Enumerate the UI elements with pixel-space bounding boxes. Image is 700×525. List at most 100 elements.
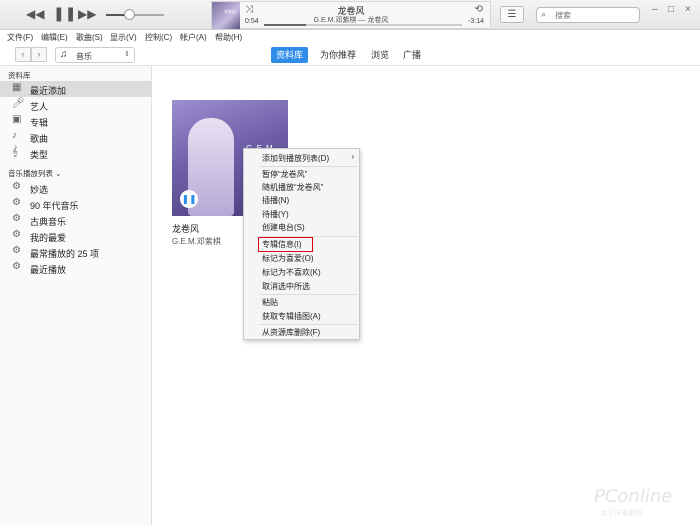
menu-account[interactable]: 帐户(A) (180, 32, 207, 43)
sidebar-item-playlist[interactable]: ⚙ 我的最爱 (0, 228, 151, 244)
context-menu-item[interactable]: 待播(Y) (244, 208, 359, 221)
context-menu-item[interactable]: 创建电台(S) (244, 221, 359, 234)
watermark-subtext: 太平洋电脑网 (600, 510, 642, 517)
sidebar-item-songs[interactable]: ♪ 歌曲 (0, 129, 151, 145)
sidebar-item-playlist[interactable]: ⚙ 最近播放 (0, 260, 151, 276)
gear-icon: ⚙ (12, 245, 21, 256)
menu-item-label: 取消选中所选 (262, 282, 310, 291)
maximize-icon[interactable]: □ (668, 4, 674, 15)
album-icon: ▣ (12, 114, 22, 125)
rewind-icon[interactable]: ◀◀ (26, 6, 44, 22)
menu-divider (260, 324, 357, 325)
toolbar: ‹ › ♫ 音乐 ⇕ 资料库 为你推荐 浏览 广播 (0, 44, 700, 66)
remaining-time: -3:14 (468, 18, 484, 25)
context-menu-item[interactable]: 取消选中所选 (244, 280, 359, 293)
context-menu-item[interactable]: 随机播放“龙卷风” (244, 181, 359, 194)
menu-divider (260, 294, 357, 295)
menu-item-label: 标记为不喜欢(K) (262, 268, 321, 277)
menu-item-label: 随机播放“龙卷风” (262, 183, 324, 192)
chevron-updown-icon: ⇕ (124, 51, 130, 58)
gear-icon: ⚙ (12, 229, 21, 240)
context-menu-item[interactable]: 标记为喜爱(O) (244, 252, 359, 265)
menu-controls[interactable]: 控制(C) (145, 32, 172, 43)
gear-icon: ⚙ (12, 261, 21, 272)
menu-bar: 文件(F) 编辑(E) 歌曲(S) 显示(V) 控制(C) 帐户(A) 帮助(H… (0, 30, 700, 44)
progress-fill (264, 24, 306, 26)
sidebar-item-label: 最近添加 (30, 86, 67, 96)
menu-item-label: 插播(N) (262, 196, 290, 205)
sidebar-item-playlist[interactable]: ⚙ 90 年代音乐 (0, 196, 151, 212)
sidebar-item-label: 古典音乐 (30, 217, 67, 227)
volume-slider[interactable] (106, 9, 164, 20)
progress-bar[interactable] (264, 24, 462, 26)
context-menu-item[interactable]: 添加到播放列表(D) › (244, 152, 359, 165)
menu-file[interactable]: 文件(F) (7, 32, 33, 43)
search-box[interactable]: ⌕ (536, 7, 640, 23)
back-button[interactable]: ‹ (15, 47, 31, 62)
gear-icon: ⚙ (12, 197, 21, 208)
minimize-icon[interactable]: – (652, 4, 658, 15)
sidebar-item-genres[interactable]: 𝄞 类型 (0, 145, 151, 161)
menu-item-label: 添加到播放列表(D) (262, 154, 330, 163)
gear-icon: ⚙ (12, 181, 21, 192)
sidebar-item-label: 艺人 (30, 102, 49, 112)
sidebar-item-label: 最近播放 (30, 265, 67, 275)
menu-view[interactable]: 显示(V) (110, 32, 137, 43)
menu-divider (260, 166, 357, 167)
sidebar-item-playlist[interactable]: ⚙ 最常播放的 25 项 (0, 244, 151, 260)
tab-browse[interactable]: 浏览 (366, 47, 394, 63)
genre-icon: 𝄞 (12, 146, 18, 157)
menu-item-label: 创建电台(S) (262, 223, 305, 232)
sidebar-item-albums[interactable]: ▣ 专辑 (0, 113, 151, 129)
playlists-header[interactable]: 音乐播放列表 ⌄ (8, 168, 61, 179)
sidebar-item-playlist[interactable]: ⚙ 妙选 (0, 180, 151, 196)
menu-item-label: 待播(Y) (262, 210, 289, 219)
highlight-box (258, 237, 313, 252)
search-input[interactable] (555, 9, 635, 21)
context-menu-item[interactable]: 获取专辑插图(A) (244, 310, 359, 323)
sidebar-item-label: 歌曲 (30, 134, 49, 144)
repeat-icon[interactable]: ⟲ (475, 4, 483, 15)
menu-item-label: 暂停“龙卷风” (262, 170, 308, 179)
music-note-icon: ♪ (12, 130, 17, 141)
media-type-select[interactable]: ♫ 音乐 ⇕ (55, 47, 135, 63)
album-artist[interactable]: G.E.M.邓紫棋 (172, 236, 221, 247)
list-icon[interactable]: ☰ (500, 6, 524, 23)
sidebar-item-label: 专辑 (30, 118, 49, 128)
search-icon: ⌕ (541, 9, 547, 19)
context-menu-item[interactable]: 插播(N) (244, 194, 359, 207)
context-menu-item[interactable]: 标记为不喜欢(K) (244, 266, 359, 279)
menu-help[interactable]: 帮助(H) (215, 32, 242, 43)
now-playing-display: 龙卷风 ⤨ 0:54 龙卷风 G.E.M.邓紫棋 — 龙卷风 ⟲ -3:14 (211, 1, 491, 29)
gear-icon: ⚙ (12, 213, 21, 224)
volume-knob[interactable] (124, 9, 136, 20)
watermark-logo: PConline (594, 486, 673, 507)
microphone-icon: 🎤︎ (12, 98, 25, 109)
sidebar-item-recently-added[interactable]: ▦ 最近添加 (0, 81, 151, 97)
menu-edit[interactable]: 编辑(E) (41, 32, 68, 43)
pause-icon[interactable]: ❚❚ (53, 5, 76, 21)
menu-song[interactable]: 歌曲(S) (76, 32, 103, 43)
close-icon[interactable]: × (685, 4, 691, 15)
sidebar-item-label: 我的最爱 (30, 233, 67, 243)
music-note-icon: ♫ (60, 49, 68, 60)
tab-library[interactable]: 资料库 (271, 47, 309, 63)
sidebar-item-label: 最常播放的 25 项 (30, 249, 100, 259)
sidebar: 资料库 ▦ 最近添加 🎤︎ 艺人 ▣ 专辑 ♪ 歌曲 𝄞 类型 音乐播放列表 ⌄… (0, 66, 152, 525)
tab-for-you[interactable]: 为你推荐 (315, 47, 361, 63)
library-header: 资料库 (8, 71, 31, 80)
context-menu-item[interactable]: 暂停“龙卷风” (244, 168, 359, 181)
sidebar-item-playlist[interactable]: ⚙ 古典音乐 (0, 212, 151, 228)
sidebar-item-label: 妙选 (30, 185, 49, 195)
context-menu-item[interactable]: 粘贴 (244, 296, 359, 309)
sidebar-item-artists[interactable]: 🎤︎ 艺人 (0, 97, 151, 113)
menu-item-label: 粘贴 (262, 298, 278, 307)
player-bar: ◀◀ ❚❚ ▶▶ 龙卷风 ⤨ 0:54 龙卷风 G.E.M.邓紫棋 — 龙卷风 … (0, 0, 700, 30)
fast-forward-icon[interactable]: ▶▶ (78, 6, 96, 22)
pause-icon[interactable]: ❚❚ (180, 190, 198, 208)
forward-button[interactable]: › (31, 47, 47, 62)
tab-radio[interactable]: 广播 (398, 47, 426, 63)
sidebar-item-label: 类型 (30, 150, 49, 160)
context-menu-item[interactable]: 从资源库删除(F) (244, 326, 359, 339)
album-title[interactable]: 龙卷风 (172, 222, 199, 235)
